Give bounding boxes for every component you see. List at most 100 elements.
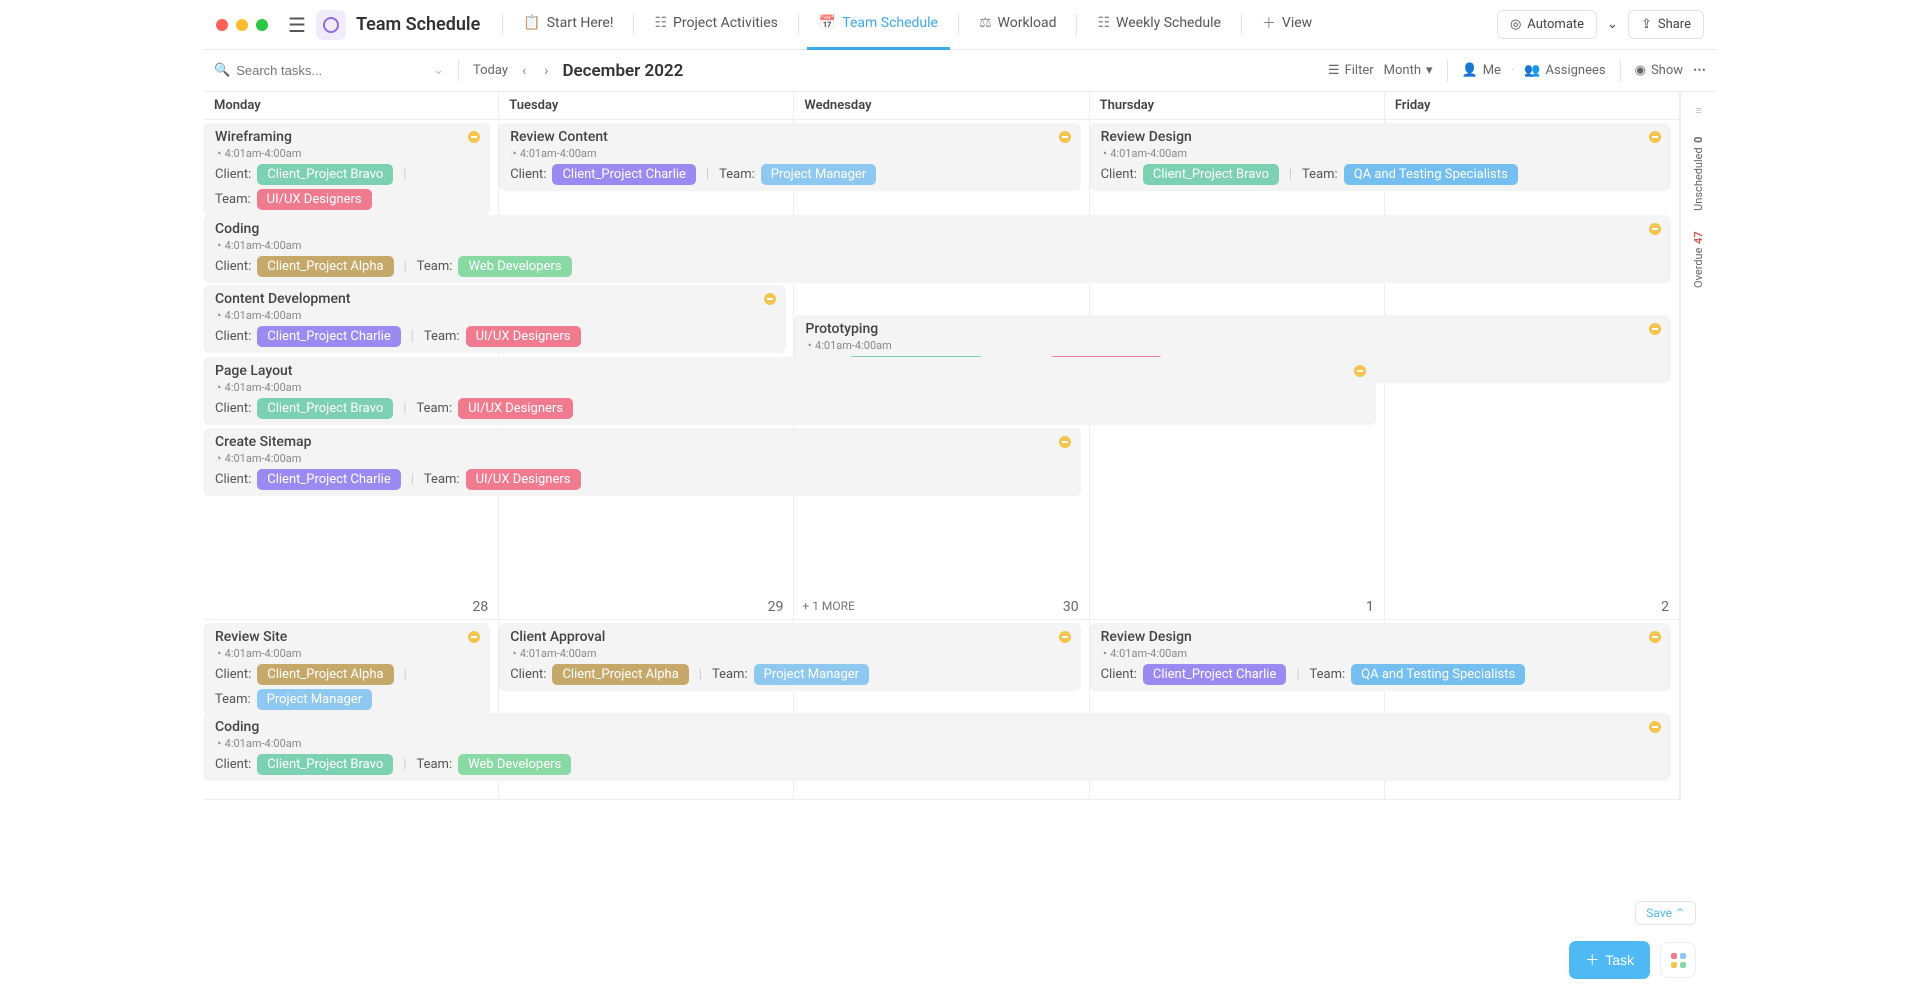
automate-button[interactable]: ◎Automate [1497,10,1597,39]
clock-icon: ◔ [215,309,222,322]
prev-button[interactable]: ‹ [518,63,530,79]
event-time: ◔4:01am-4:00am [215,381,1366,394]
day-header: Monday [204,92,499,119]
event-card[interactable]: Create Sitemap◔4:01am-4:00amClient: Clie… [204,428,1081,496]
tab-workload[interactable]: ⚖Workload [967,0,1069,50]
status-icon[interactable] [1059,631,1071,643]
tag-charlie: Client_Project Charlie [1143,664,1286,685]
event-title: Coding [215,221,1661,237]
client-label: Client: [215,472,251,487]
event-time: ◔4:01am-4:00am [510,147,1071,160]
tag-alpha: Client_Project Alpha [552,664,688,685]
settings-icon[interactable]: ≡ [1695,104,1701,117]
client-label: Client: [215,667,251,682]
tag-webdev: Web Developers [458,256,571,277]
event-time: ◔4:01am-4:00am [215,239,1661,252]
event-card[interactable]: Content Development ◔4:01am-4:00am Client:… [204,285,786,353]
day-header: Thursday [1090,92,1385,119]
event-title: Review Design [1101,129,1662,145]
tag-charlie: Client_Project Charlie [552,164,695,185]
event-time: ◔4:01am-4:00am [215,309,776,322]
tag-uiux: UI/UX Designers [466,326,581,347]
chevron-up-icon: ⌃ [1675,906,1685,920]
assignees-filter[interactable]: 👥Assignees [1524,63,1605,78]
event-time: ◔4:01am-4:00am [1101,147,1662,160]
status-icon[interactable] [764,293,776,305]
user-icon: 👤 [1462,63,1478,78]
event-time: ◔4:01am-4:00am [215,452,1071,465]
clock-icon: ◔ [215,647,222,660]
menu-icon[interactable]: ☰ [282,13,312,37]
scale-select[interactable]: Month▾ [1384,63,1433,78]
event-card[interactable]: Review Content◔4:01am-4:00amClient: Clie… [499,123,1081,191]
tab-icon: ☷ [1097,15,1110,31]
overdue-panel[interactable]: Overdue 47 [1692,231,1705,288]
event-card[interactable]: Wireframing◔4:01am-4:00amClient: Client_… [204,123,490,216]
apps-button[interactable] [1660,942,1696,978]
status-icon[interactable] [1354,365,1366,377]
tag-pm: Project Manager [754,664,869,685]
me-filter[interactable]: 👤Me [1462,63,1501,78]
day-header: Wednesday [794,92,1089,119]
page-title: Team Schedule [356,14,480,35]
window-controls[interactable] [216,19,268,31]
today-button[interactable]: Today [473,63,508,78]
save-view-button[interactable]: Save ⌃ [1635,901,1696,925]
team-label: Team: [424,329,460,344]
chevron-down-icon: ⌄ [1607,17,1618,32]
team-label: Team: [215,692,251,707]
event-title: Content Development [215,291,776,307]
tab-team-schedule[interactable]: 📅Team Schedule [807,0,950,50]
event-title: Review Design [1101,629,1662,645]
next-button[interactable]: › [540,63,552,79]
minimize-window-icon[interactable] [236,19,248,31]
clock-icon: ◔ [510,647,517,660]
filter-button[interactable]: ☰Filter [1328,63,1374,78]
event-time: ◔4:01am-4:00am [215,147,480,160]
filter-icon: ☰ [1328,63,1340,78]
tab-start-here-[interactable]: 📋Start Here! [511,0,625,50]
event-card[interactable]: Page Layout◔4:01am-4:00amClient: Client_… [204,357,1376,425]
tab-project-activities[interactable]: ☷Project Activities [642,0,789,50]
clock-icon: ◔ [215,239,222,252]
event-time: ◔4:01am-4:00am [1101,647,1662,660]
separator [1241,14,1242,36]
event-card[interactable]: Coding◔4:01am-4:00amClient: Client_Proje… [204,713,1671,781]
tag-bravo: Client_Project Bravo [257,398,393,419]
clock-icon: ◔ [1101,147,1108,160]
more-menu[interactable]: ⋯ [1693,63,1706,78]
client-label: Client: [215,259,251,274]
event-card[interactable]: Client Approval◔4:01am-4:00amClient: Cli… [499,623,1081,691]
chevron-down-icon[interactable]: ⌄ [433,63,444,78]
automate-dropdown[interactable]: ⌄ [1601,11,1624,38]
status-icon[interactable] [1059,436,1071,448]
eye-icon: ◉ [1635,63,1646,78]
event-card[interactable]: Review Design ◔4:01am-4:00am Client: Clien… [1090,123,1672,191]
add-view-button[interactable]: ＋View [1250,0,1324,50]
maximize-window-icon[interactable] [256,19,268,31]
show-toggle[interactable]: ◉Show [1635,63,1683,78]
unscheduled-panel[interactable]: Unscheduled 0 [1692,137,1705,211]
event-card[interactable]: Coding◔4:01am-4:00amClient: Client_Proje… [204,215,1671,283]
search-input[interactable] [236,63,427,78]
app-logo [316,10,346,40]
tag-pm: Project Manager [257,689,372,710]
tab-icon: 📋 [523,15,540,31]
client-label: Client: [510,167,546,182]
search-field[interactable]: 🔍 ⌄ [214,63,444,78]
tab-weekly-schedule[interactable]: ☷Weekly Schedule [1085,0,1232,50]
event-card[interactable]: Review Site◔4:01am-4:00amClient: Client_… [204,623,490,716]
clock-icon: ◔ [215,147,222,160]
tag-bravo: Client_Project Bravo [1143,164,1279,185]
event-card[interactable]: Review Design ◔4:01am-4:00am Client: Clien… [1090,623,1672,691]
client-label: Client: [215,329,251,344]
event-title: Client Approval [510,629,1071,645]
client-label: Client: [215,757,251,772]
close-window-icon[interactable] [216,19,228,31]
apps-icon [1671,953,1686,968]
status-icon[interactable] [1059,131,1071,143]
share-button[interactable]: ⇪Share [1628,10,1704,39]
new-task-button[interactable]: ＋Task [1569,941,1650,979]
client-label: Client: [1101,667,1137,682]
client-label: Client: [1101,167,1137,182]
